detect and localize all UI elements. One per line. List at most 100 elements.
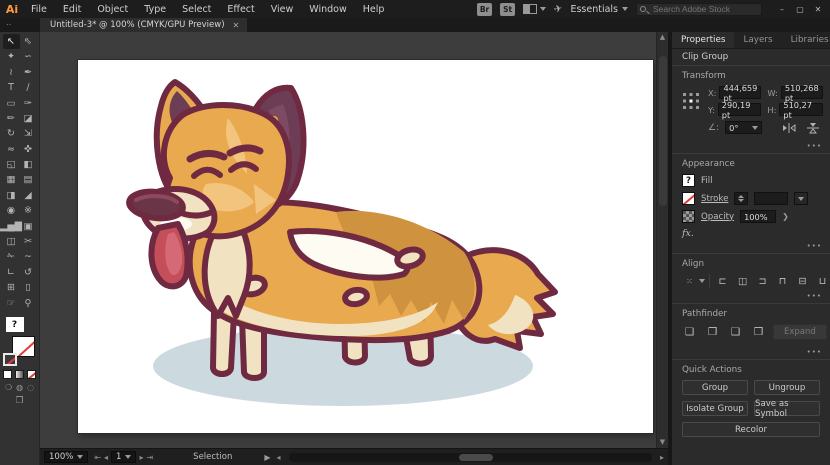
mesh-tool[interactable]: ▤	[20, 173, 37, 188]
pathfinder-exclude[interactable]: ❒	[751, 325, 766, 339]
horizontal-align-left[interactable]: ⊏	[715, 274, 730, 288]
menu-edit[interactable]: Edit	[56, 2, 88, 17]
stroke-label[interactable]: Stroke	[701, 194, 728, 204]
stroke-weight-dropdown[interactable]	[794, 192, 808, 205]
slice-tool[interactable]: ◫	[3, 234, 20, 249]
reference-point-locator[interactable]	[682, 86, 702, 116]
eyedropper-tool[interactable]: ◢	[20, 188, 37, 203]
group-button[interactable]: Group	[682, 380, 748, 395]
scroll-up-icon[interactable]: ▲	[660, 34, 665, 41]
zoom-level-select[interactable]: 100%	[44, 451, 88, 463]
magic-wand-tool[interactable]: ✦	[3, 49, 20, 64]
scroll-down-icon[interactable]: ▼	[660, 439, 665, 446]
blend-tool[interactable]: ◉	[3, 203, 20, 218]
pathfinder-intersect[interactable]: ❑	[728, 325, 743, 339]
recolor-button[interactable]: Recolor	[682, 422, 820, 437]
stroke-swatch[interactable]	[3, 353, 17, 366]
menu-object[interactable]: Object	[90, 2, 135, 17]
transform-more-options[interactable]: •••	[807, 142, 822, 150]
menu-view[interactable]: View	[264, 2, 301, 17]
pathfinder-minus-front[interactable]: ❐	[705, 325, 720, 339]
align-to-dropdown[interactable]: ⁙	[682, 274, 710, 288]
lasso-tool[interactable]: ∽	[20, 49, 37, 64]
arrange-documents-dropdown[interactable]	[523, 4, 546, 14]
pen-tool[interactable]: ✒	[20, 65, 37, 80]
toolbar-collapse-icon[interactable]: ‥	[0, 18, 40, 32]
rotate-view-tool[interactable]: ↺	[20, 265, 37, 280]
vertical-align-bottom[interactable]: ⊔	[815, 274, 830, 288]
isolate-group-button[interactable]: Isolate Group	[682, 401, 748, 416]
flip-vertical-icon[interactable]	[806, 122, 820, 134]
puppet-warp-tool[interactable]: ✜	[20, 142, 37, 157]
document-tab[interactable]: Untitled-3* @ 100% (CMYK/GPU Preview) ✕	[40, 18, 247, 32]
appearance-more-options[interactable]: •••	[807, 242, 822, 250]
vertical-align-center[interactable]: ⊟	[795, 274, 810, 288]
menu-file[interactable]: File	[24, 2, 54, 17]
page-tool[interactable]: ▯	[20, 280, 37, 295]
line-segment-tool[interactable]: ∕	[20, 80, 37, 95]
share-icon[interactable]: ✈	[553, 3, 563, 16]
horizontal-align-right[interactable]: ⊐	[755, 274, 770, 288]
menu-type[interactable]: Type	[137, 2, 173, 17]
stock-button[interactable]: St	[500, 3, 515, 16]
next-artboard-button[interactable]: ▸	[139, 453, 143, 462]
opacity-label[interactable]: Opacity	[701, 212, 734, 222]
opacity-icon[interactable]	[682, 210, 695, 223]
artboard[interactable]	[78, 60, 653, 433]
hand-tool[interactable]: ☞	[3, 296, 20, 311]
tab-layers[interactable]: Layers	[734, 32, 781, 48]
none-button[interactable]	[27, 370, 36, 379]
gradient-button[interactable]	[15, 370, 24, 379]
first-artboard-button[interactable]: ⇤	[94, 453, 101, 462]
minimize-button[interactable]: –	[774, 2, 790, 16]
column-graph-tool[interactable]: ▂▅▇	[3, 219, 20, 234]
menu-help[interactable]: Help	[356, 2, 392, 17]
bridge-button[interactable]: Br	[477, 3, 492, 16]
stroke-weight-input[interactable]	[754, 192, 788, 205]
print-tiling-tool[interactable]: ⊞	[3, 280, 20, 295]
vertical-scrollbar[interactable]: ▲ ▼	[656, 32, 668, 448]
maximize-button[interactable]: ▢	[792, 2, 808, 16]
hscroll-left-icon[interactable]: ◂	[277, 453, 281, 462]
perspective-grid-tool[interactable]: ▦	[3, 173, 20, 188]
menu-effect[interactable]: Effect	[220, 2, 261, 17]
artboard-select[interactable]: 1	[111, 451, 136, 463]
vertical-align-top[interactable]: ⊓	[775, 274, 790, 288]
opacity-input[interactable]: 100%	[740, 210, 776, 223]
stroke-weight-stepper[interactable]	[734, 192, 748, 205]
shape-builder-tool[interactable]: ◱	[3, 157, 20, 172]
smooth-tool[interactable]: ∼	[20, 249, 37, 264]
draw-normal-mode-icon[interactable]: ❍	[5, 383, 12, 392]
pencil-tool[interactable]: ✏	[3, 111, 20, 126]
save-as-symbol-button[interactable]: Save as Symbol	[754, 401, 820, 416]
live-paint-bucket-tool[interactable]: ◧	[20, 157, 37, 172]
artboard-tool[interactable]: ▣	[20, 219, 37, 234]
close-button[interactable]: ✕	[810, 2, 826, 16]
flip-horizontal-icon[interactable]	[782, 122, 796, 134]
fill-color-swatch[interactable]: ?	[682, 174, 695, 187]
symbol-sprayer-tool[interactable]: ※	[20, 203, 37, 218]
menu-select[interactable]: Select	[175, 2, 218, 17]
previous-artboard-button[interactable]: ◂	[104, 453, 108, 462]
workspace-switcher[interactable]: Essentials	[570, 4, 628, 15]
scale-tool[interactable]: ⇲	[20, 126, 37, 141]
stock-search-input[interactable]	[636, 3, 762, 16]
color-button[interactable]	[3, 370, 12, 379]
last-artboard-button[interactable]: ⇥	[146, 453, 153, 462]
rectangle-tool[interactable]: ▭	[3, 96, 20, 111]
corgi-illustration[interactable]	[78, 60, 653, 433]
hscroll-right-icon[interactable]: ▸	[660, 453, 664, 462]
canvas-pasteboard[interactable]: ▲ ▼	[40, 32, 668, 448]
vertical-scroll-thumb[interactable]	[659, 56, 667, 206]
align-more-options[interactable]: •••	[807, 292, 822, 300]
opacity-options-icon[interactable]: ❯	[782, 212, 789, 221]
eraser-tool[interactable]: ◪	[20, 111, 37, 126]
pathfinder-more-options[interactable]: •••	[807, 348, 822, 356]
type-tool[interactable]: T	[3, 80, 20, 95]
tab-close-icon[interactable]: ✕	[233, 21, 240, 30]
screen-mode-icon[interactable]: ❐	[15, 396, 23, 406]
direct-selection-tool[interactable]: ⇖	[20, 34, 37, 49]
selection-tool[interactable]: ↖	[3, 34, 20, 49]
horizontal-align-center[interactable]: ◫	[735, 274, 750, 288]
draw-inside-mode-icon[interactable]: ◌	[27, 383, 34, 392]
